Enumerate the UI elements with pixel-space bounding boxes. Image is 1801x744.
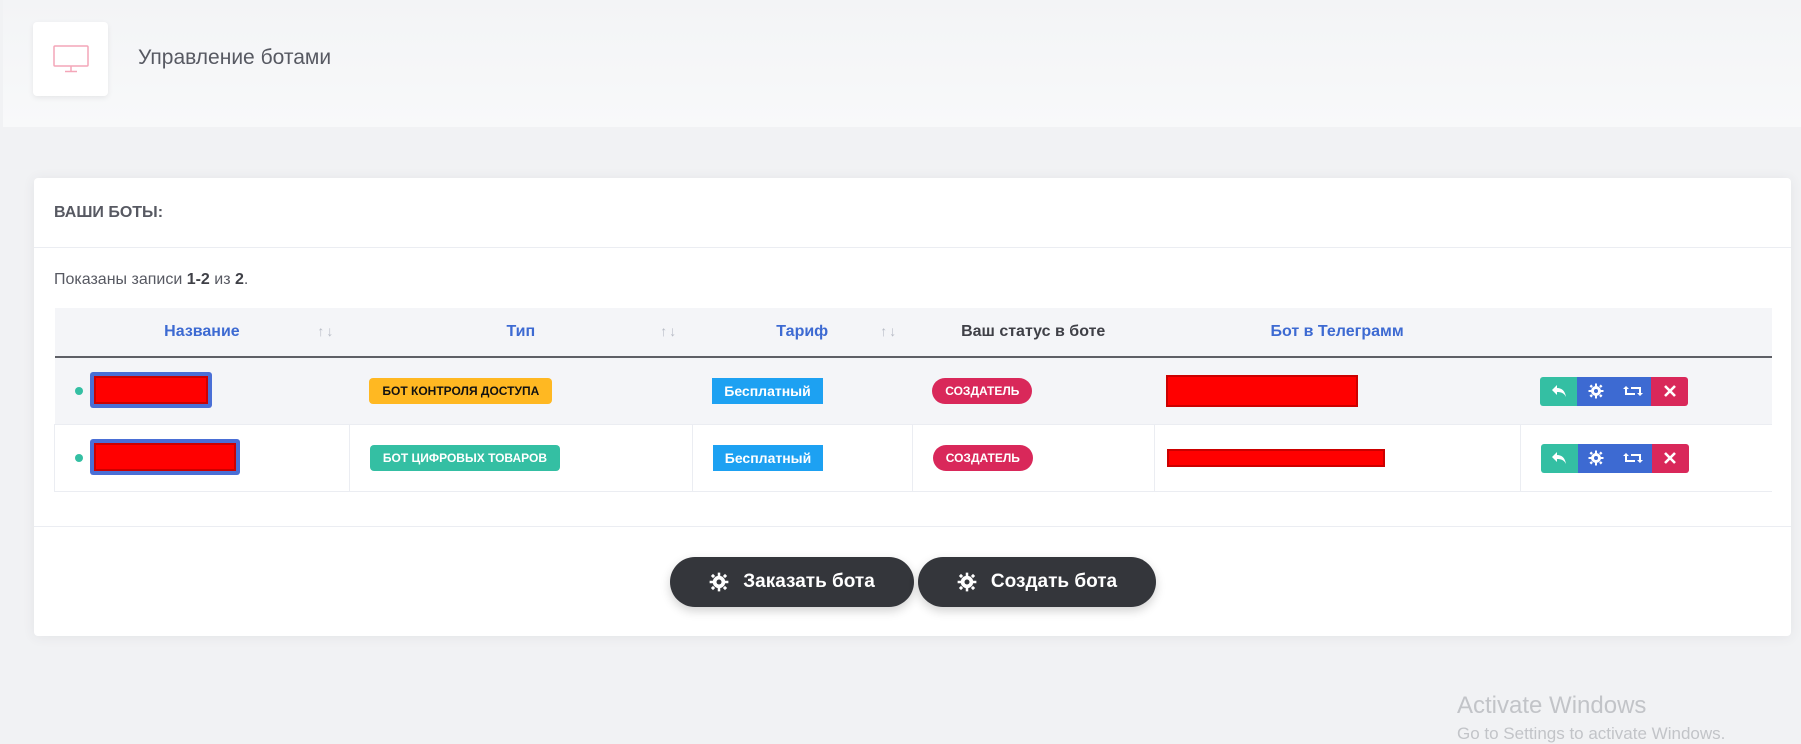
telegram-link-redacted[interactable]	[1166, 449, 1385, 467]
retweet-button[interactable]	[1614, 443, 1652, 473]
column-header-status: Ваш статус в боте	[912, 308, 1155, 358]
cell-actions	[1520, 424, 1772, 492]
status-dot	[75, 454, 83, 462]
column-header-plan[interactable]: Тариф ↑↓	[692, 308, 913, 358]
cell-name	[54, 424, 350, 492]
activation-watermark-title: Activate Windows	[1457, 692, 1647, 719]
cell-name	[54, 357, 350, 425]
row-actions	[1540, 443, 1753, 473]
row-actions	[1540, 376, 1752, 406]
gear-icon	[709, 572, 729, 592]
delete-button[interactable]	[1651, 376, 1688, 406]
card-header: ВАШИ БОТЫ:	[34, 178, 1791, 248]
cell-actions	[1520, 357, 1772, 425]
create-bot-button[interactable]: Создать бота	[918, 557, 1156, 607]
reply-button[interactable]	[1540, 376, 1577, 406]
settings-button[interactable]	[1577, 443, 1615, 473]
gear-icon	[1588, 450, 1604, 466]
bots-card: ВАШИ БОТЫ: Показаны записи 1-2 из 2. Наз…	[34, 178, 1791, 636]
cell-role: СОЗДАТЕЛЬ	[912, 357, 1155, 425]
column-header-telegram: Бот в Телеграмм	[1154, 308, 1520, 358]
settings-button[interactable]	[1577, 376, 1614, 406]
summary-suffix: .	[243, 271, 249, 288]
status-dot	[74, 387, 83, 395]
delete-button[interactable]	[1651, 443, 1689, 473]
role-badge: СОЗДАТЕЛЬ	[932, 445, 1033, 471]
column-header-name[interactable]: Название ↑↓	[54, 308, 350, 358]
records-summary: Показаны записи 1-2 из 2.	[54, 271, 248, 289]
column-label: Название	[164, 323, 240, 340]
summary-total: 2	[235, 271, 244, 288]
sort-icon[interactable]: ↑↓	[880, 323, 898, 339]
summary-prefix: Показаны записи	[54, 271, 187, 288]
close-icon	[1663, 385, 1676, 397]
redaction-mark	[93, 376, 208, 404]
retweet-icon	[1623, 453, 1643, 463]
retweet-button[interactable]	[1614, 376, 1651, 406]
order-bot-button[interactable]: Заказать бота	[670, 557, 914, 607]
create-bot-label: Создать бота	[990, 571, 1118, 592]
order-bot-label: Заказать бота	[743, 571, 875, 592]
card-title: ВАШИ БОТЫ:	[54, 203, 164, 221]
column-label: Тариф	[776, 323, 829, 340]
reply-icon	[1551, 385, 1566, 397]
cell-type: БОТ КОНТРОЛЯ ДОСТУПА	[349, 357, 693, 425]
plan-badge: Бесплатный	[712, 378, 823, 404]
page-title: Управление ботами	[138, 46, 332, 69]
cell-plan: Бесплатный	[692, 424, 913, 492]
column-label: Бот в Телеграмм	[1270, 323, 1404, 340]
bot-name-link-redacted[interactable]	[90, 439, 240, 475]
retweet-icon	[1622, 386, 1643, 396]
column-label: Ваш статус в боте	[961, 323, 1106, 340]
bots-table: Название ↑↓ Тип ↑↓ Тариф ↑↓ Ваш статус в…	[54, 308, 1772, 492]
table-row: БОТ ЦИФРОВЫХ ТОВАРОВ Бесплатный СОЗДАТЕЛ…	[54, 424, 1772, 492]
cell-plan: Бесплатный	[692, 357, 913, 425]
sort-icon[interactable]: ↑↓	[660, 323, 678, 339]
card-footer: Заказать бота Создать бота	[34, 526, 1791, 637]
cell-telegram	[1154, 357, 1520, 425]
table-header-row: Название ↑↓ Тип ↑↓ Тариф ↑↓ Ваш статус в…	[54, 308, 1772, 358]
cell-role: СОЗДАТЕЛЬ	[912, 424, 1155, 492]
type-badge: БОТ КОНТРОЛЯ ДОСТУПА	[369, 378, 553, 404]
cell-telegram	[1154, 424, 1521, 492]
reply-icon	[1552, 452, 1566, 464]
bot-name-link-redacted[interactable]	[89, 372, 212, 408]
activation-watermark-subtitle: Go to Settings to activate Windows.	[1457, 724, 1726, 743]
sort-icon[interactable]: ↑↓	[317, 323, 335, 339]
summary-middle: из	[209, 271, 235, 288]
summary-range: 1-2	[186, 271, 210, 288]
reply-button[interactable]	[1540, 443, 1578, 473]
table-row: БОТ КОНТРОЛЯ ДОСТУПА Бесплатный СОЗДАТЕЛ…	[54, 357, 1772, 425]
cell-type: БОТ ЦИФРОВЫХ ТОВАРОВ	[349, 424, 693, 492]
column-header-actions	[1520, 308, 1772, 358]
page-icon-box	[33, 22, 108, 96]
type-badge: БОТ ЦИФРОВЫХ ТОВАРОВ	[369, 445, 561, 471]
column-label: Тип	[506, 323, 536, 340]
close-icon	[1664, 452, 1676, 464]
plan-badge: Бесплатный	[712, 445, 824, 471]
redaction-mark	[94, 443, 236, 471]
role-badge: СОЗДАТЕЛЬ	[932, 378, 1033, 404]
gear-icon	[1588, 383, 1603, 399]
telegram-link-redacted[interactable]	[1166, 375, 1359, 407]
gear-icon	[957, 572, 977, 592]
monitor-icon	[52, 45, 89, 73]
column-header-type[interactable]: Тип ↑↓	[349, 308, 693, 358]
